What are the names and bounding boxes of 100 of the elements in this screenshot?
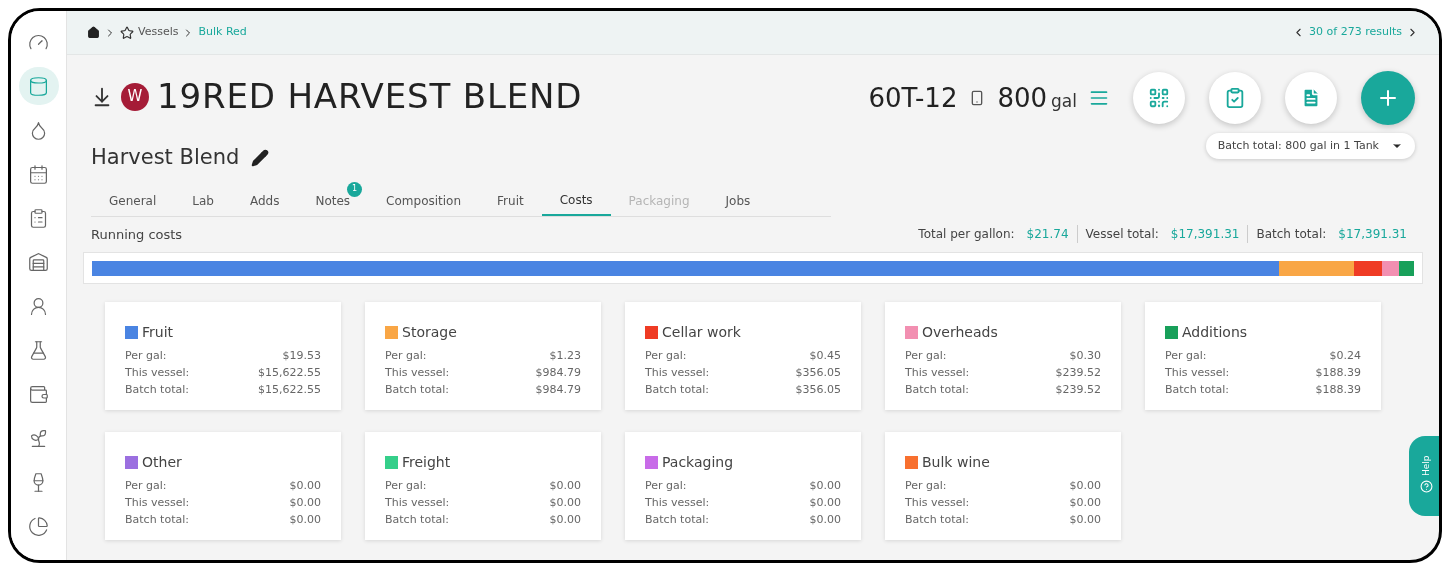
cost-label: Batch total: bbox=[645, 512, 709, 528]
cost-value: $0.00 bbox=[1069, 478, 1101, 494]
cost-value: $984.79 bbox=[535, 365, 581, 381]
cost-value: $188.39 bbox=[1315, 382, 1361, 398]
wallet-icon bbox=[28, 383, 49, 405]
cost-label: Per gal: bbox=[905, 478, 947, 494]
building-icon bbox=[28, 251, 49, 273]
wine-badge: W bbox=[121, 82, 149, 111]
clipboard-button[interactable] bbox=[1209, 72, 1261, 124]
cost-label: Batch total: bbox=[125, 382, 189, 398]
cost-label: This vessel: bbox=[385, 495, 450, 511]
document-button[interactable] bbox=[1285, 72, 1337, 124]
tab[interactable]: Adds bbox=[231, 185, 298, 216]
cost-label: Per gal: bbox=[645, 478, 687, 494]
help-icon bbox=[1419, 480, 1433, 494]
cost-value: $0.24 bbox=[1329, 348, 1361, 364]
breadcrumb-link[interactable]: Vessels bbox=[138, 24, 179, 41]
cost-value: $1.23 bbox=[549, 348, 581, 364]
batch-dropdown[interactable]: Batch total: 800 gal in 1 Tank bbox=[1205, 133, 1415, 159]
cost-label: Per gal: bbox=[385, 478, 427, 494]
cost-value: $984.79 bbox=[535, 382, 581, 398]
tank-icon bbox=[28, 75, 49, 97]
cost-label: Batch total: bbox=[645, 382, 709, 398]
qr-code-icon bbox=[1148, 87, 1170, 109]
star-icon bbox=[120, 25, 134, 40]
flask-icon bbox=[28, 339, 49, 361]
person-icon bbox=[28, 295, 49, 317]
calendar-icon bbox=[28, 163, 49, 185]
cost-label: Batch total: bbox=[385, 382, 449, 398]
card-title: Cellar work bbox=[662, 323, 741, 342]
tab[interactable]: General bbox=[91, 185, 175, 216]
cost-label: Batch total: bbox=[905, 382, 969, 398]
tab[interactable]: Costs bbox=[541, 185, 611, 216]
cost-value: $0.00 bbox=[809, 512, 841, 528]
card-title: Bulk wine bbox=[922, 453, 990, 472]
plant-icon bbox=[28, 427, 49, 449]
cost-label: This vessel: bbox=[905, 365, 970, 381]
list-icon[interactable] bbox=[1089, 88, 1109, 108]
cost-label: Per gal: bbox=[1165, 348, 1207, 364]
cost-value: $0.00 bbox=[809, 478, 841, 494]
pie-chart-icon bbox=[28, 515, 49, 537]
volume-unit: gal bbox=[1051, 89, 1077, 113]
total-value: $21.74 bbox=[1026, 226, 1069, 244]
cost-label: Per gal: bbox=[645, 348, 687, 364]
tab[interactable]: Composition bbox=[368, 185, 480, 216]
cost-value: $0.00 bbox=[289, 495, 321, 511]
cost-value: $19.53 bbox=[282, 348, 321, 364]
tab[interactable]: Jobs bbox=[707, 185, 769, 216]
card-title: Packaging bbox=[662, 453, 734, 472]
cost-value: $0.00 bbox=[289, 478, 321, 494]
notification-badge: 1 bbox=[347, 181, 363, 197]
cost-value: $0.45 bbox=[809, 348, 841, 364]
total-value: $17,391.31 bbox=[1338, 226, 1407, 244]
cost-label: Per gal: bbox=[125, 348, 167, 364]
cost-label: Batch total: bbox=[905, 512, 969, 528]
card-title: Additions bbox=[1182, 323, 1248, 342]
card-title: Fruit bbox=[142, 323, 174, 342]
cost-value: $0.30 bbox=[1069, 348, 1101, 364]
cost-value: $188.39 bbox=[1315, 365, 1361, 381]
cost-label: This vessel: bbox=[645, 365, 710, 381]
cost-value: $356.05 bbox=[795, 365, 841, 381]
cost-label: Batch total: bbox=[385, 512, 449, 528]
cost-label: This vessel: bbox=[125, 365, 190, 381]
cost-label: Per gal: bbox=[385, 348, 427, 364]
clipboard-icon bbox=[28, 207, 49, 229]
clipboard-icon bbox=[1224, 87, 1246, 109]
tab[interactable]: Fruit bbox=[479, 185, 542, 216]
total-label: Batch total: bbox=[1256, 226, 1327, 244]
total-value: $17,391.31 bbox=[1170, 226, 1240, 244]
subtitle: Harvest Blend bbox=[91, 144, 240, 171]
section-title: Running costs bbox=[91, 225, 183, 244]
cost-value: $15,622.55 bbox=[258, 382, 321, 398]
cost-label: This vessel: bbox=[905, 495, 970, 511]
cost-value: $0.00 bbox=[549, 478, 581, 494]
total-label: Vessel total: bbox=[1085, 226, 1159, 244]
cost-label: Per gal: bbox=[905, 348, 947, 364]
total-label: Total per gallon: bbox=[918, 226, 1015, 244]
breadcrumb-current: Bulk Red bbox=[198, 24, 247, 41]
cost-value: $0.00 bbox=[289, 512, 321, 528]
cost-label: Batch total: bbox=[1165, 382, 1229, 398]
cost-value: $356.05 bbox=[795, 382, 841, 398]
card-title: Freight bbox=[402, 453, 451, 472]
cost-value: $0.00 bbox=[1069, 495, 1101, 511]
results-count: 30 of 273 results bbox=[1309, 24, 1402, 41]
cost-value: $0.00 bbox=[1069, 512, 1101, 528]
home-icon[interactable] bbox=[87, 26, 100, 39]
card-title: Storage bbox=[402, 323, 457, 342]
add-button[interactable] bbox=[1361, 71, 1415, 125]
cost-label: This vessel: bbox=[1165, 365, 1230, 381]
cost-label: Per gal: bbox=[125, 478, 167, 494]
cost-value: $0.00 bbox=[549, 512, 581, 528]
tab[interactable]: Lab bbox=[174, 185, 232, 216]
edit-icon[interactable] bbox=[251, 148, 270, 167]
card-title: Other bbox=[142, 453, 182, 472]
page-title: 19RED HARVEST BLEND bbox=[157, 75, 583, 118]
card-title: Overheads bbox=[922, 323, 998, 342]
sidebar-item[interactable] bbox=[18, 67, 59, 105]
qr-code-button[interactable] bbox=[1133, 72, 1185, 124]
volume-value: 800 bbox=[997, 81, 1048, 115]
cost-label: This vessel: bbox=[125, 495, 190, 511]
